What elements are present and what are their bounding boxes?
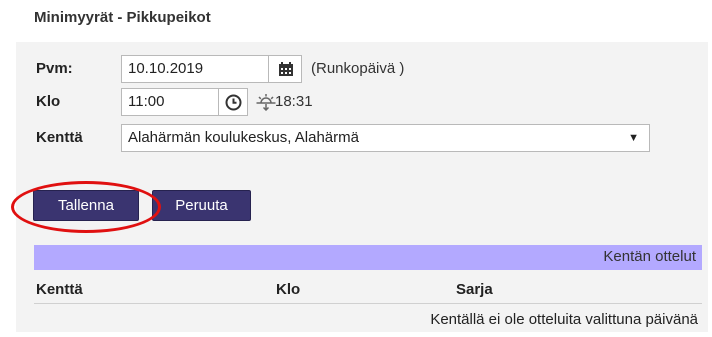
page-title: Minimyyrät - Pikkupeikot: [34, 9, 211, 26]
cancel-button[interactable]: Peruuta: [152, 190, 251, 221]
column-header-time: Klo: [276, 281, 301, 298]
clock-button[interactable]: [218, 88, 248, 116]
highlight-circle: [11, 181, 161, 233]
column-header-series: Sarja: [456, 281, 493, 298]
date-label: Pvm:: [36, 60, 73, 77]
day-type-note: (Runkopäivä ): [311, 60, 405, 77]
matches-title: Kentän ottelut: [603, 248, 696, 265]
time-input[interactable]: 11:00: [121, 88, 219, 116]
sunset-time: 18:31: [275, 93, 313, 110]
field-select-value: Alahärmän koulukeskus, Alahärmä: [128, 129, 359, 146]
matches-header: Kentän ottelut: [34, 245, 702, 270]
dropdown-arrow-icon: ▼: [628, 132, 639, 144]
field-select[interactable]: Alahärmän koulukeskus, Alahärmä ▼: [121, 124, 650, 152]
clock-icon: [225, 94, 242, 111]
column-header-field: Kenttä: [36, 281, 83, 298]
field-label: Kenttä: [36, 129, 83, 146]
calendar-icon: [279, 62, 293, 76]
date-input[interactable]: 10.10.2019: [121, 55, 269, 83]
sunset-icon: [256, 94, 276, 111]
time-label: Klo: [36, 93, 61, 110]
calendar-button[interactable]: [268, 55, 302, 83]
table-divider: [34, 303, 702, 304]
empty-message: Kentällä ei ole otteluita valittuna päiv…: [430, 311, 698, 328]
